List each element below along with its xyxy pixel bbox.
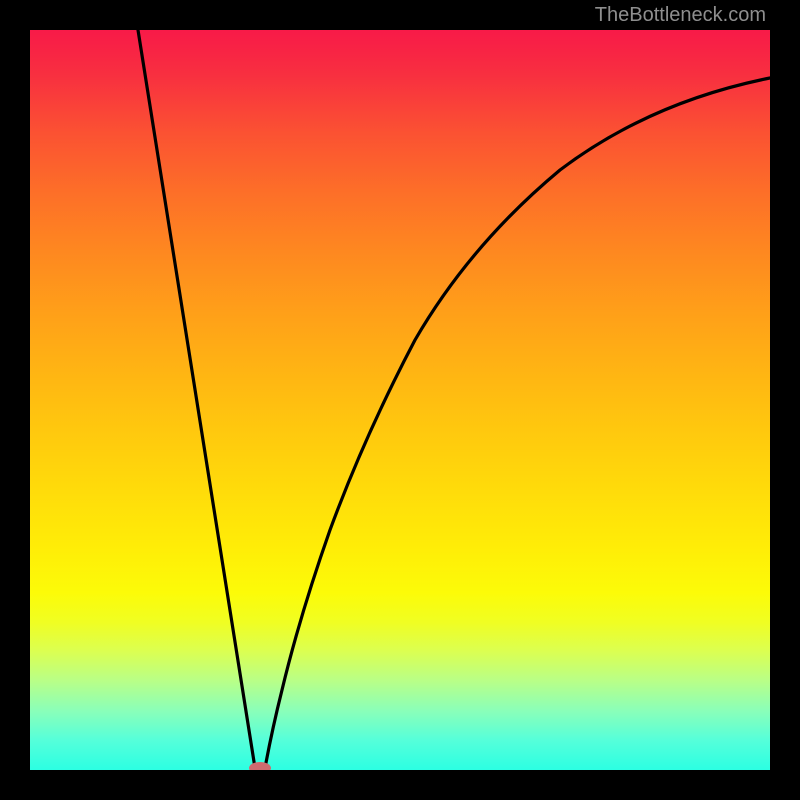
chart-curve (30, 30, 770, 770)
curve-right-branch (265, 78, 770, 768)
plot-area (30, 30, 770, 770)
chart-container: TheBottleneck.com (0, 0, 800, 800)
cusp-marker (249, 762, 271, 770)
curve-left-branch (138, 30, 255, 768)
watermark-text: TheBottleneck.com (595, 4, 766, 27)
